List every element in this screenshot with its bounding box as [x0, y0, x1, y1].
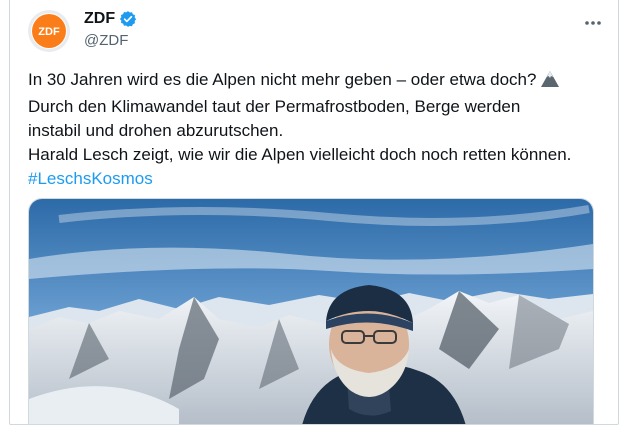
verified-badge-icon — [119, 10, 137, 28]
post-line-2: Durch den Klimawandel taut der Permafros… — [28, 97, 521, 116]
logo-text: ZDF — [38, 26, 60, 38]
post-line-4: Harald Lesch zeigt, wie wir die Alpen vi… — [28, 145, 572, 164]
post-line-3: instabil und drohen abzurutschen. — [28, 121, 284, 140]
zdf-logo: ZDF — [31, 13, 67, 49]
more-options-icon[interactable] — [580, 12, 606, 34]
avatar[interactable]: ZDF — [28, 10, 70, 52]
post-line-1: In 30 Jahren wird es die Alpen nicht meh… — [28, 68, 608, 95]
post-text: In 30 Jahren wird es die Alpen nicht meh… — [28, 68, 608, 191]
hashtag-link[interactable]: #LeschsKosmos — [28, 167, 608, 191]
mountain-emoji — [540, 70, 560, 95]
video-thumbnail[interactable] — [28, 198, 594, 424]
post-card[interactable]: ZDF ZDF @ZDF In 30 Jahren wird es die Al… — [9, 0, 619, 425]
author-row: ZDF — [84, 10, 137, 28]
author-name[interactable]: ZDF — [84, 10, 115, 28]
author-handle[interactable]: @ZDF — [84, 32, 128, 49]
alps-scene-image — [29, 199, 593, 424]
